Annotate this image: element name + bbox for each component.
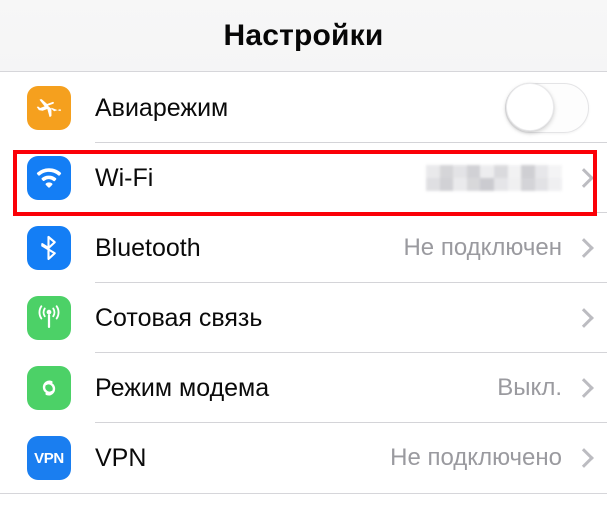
settings-screen: Настройки Авиарежим Wi-Fi Bluetooth Не п… — [0, 0, 607, 510]
wifi-icon — [27, 156, 71, 200]
hotspot-link-icon — [27, 366, 71, 410]
chevron-right-icon — [576, 167, 589, 190]
chevron-right-icon — [576, 447, 589, 470]
settings-row-accessory: Не подключен — [403, 234, 607, 262]
cellular-antenna-icon — [27, 296, 71, 340]
settings-row-label: VPN — [95, 443, 147, 472]
bluetooth-icon — [27, 226, 71, 270]
vpn-icon: VPN — [27, 436, 71, 480]
airplane-mode-toggle[interactable] — [505, 83, 589, 133]
settings-row-bluetooth[interactable]: Bluetooth Не подключен — [0, 213, 607, 283]
settings-row-accessory — [426, 165, 607, 191]
settings-row-label: Wi-Fi — [95, 163, 154, 192]
settings-row-personal-hotspot[interactable]: Режим модема Выкл. — [0, 353, 607, 423]
chevron-right-icon — [576, 307, 589, 330]
settings-row-value: Выкл. — [497, 374, 562, 401]
chevron-right-icon — [576, 237, 589, 260]
settings-row-accessory: Не подключено — [390, 444, 607, 472]
settings-row-value: Не подключено — [390, 444, 562, 471]
settings-row-vpn[interactable]: VPN VPN Не подключено — [0, 423, 607, 493]
settings-list: Авиарежим Wi-Fi Bluetooth Не подключен С… — [0, 73, 607, 494]
settings-row-label: Режим модема — [95, 373, 270, 402]
vpn-icon-label: VPN — [34, 449, 64, 467]
page-title: Настройки — [223, 18, 384, 52]
airplane-icon — [27, 86, 71, 130]
settings-row-value: Не подключен — [403, 234, 562, 261]
navigation-bar: Настройки — [0, 0, 607, 72]
wifi-network-name-redacted — [426, 165, 562, 191]
settings-row-accessory — [505, 83, 607, 133]
settings-row-wifi[interactable]: Wi-Fi — [0, 143, 607, 213]
settings-row-label: Bluetooth — [95, 233, 201, 262]
settings-row-accessory — [562, 307, 607, 330]
settings-row-label: Авиарежим — [95, 93, 229, 122]
settings-row-accessory: Выкл. — [497, 374, 607, 402]
settings-row-cellular[interactable]: Сотовая связь — [0, 283, 607, 353]
settings-row-label: Сотовая связь — [95, 303, 263, 332]
chevron-right-icon — [576, 377, 589, 400]
toggle-knob — [506, 83, 554, 131]
settings-row-airplane-mode[interactable]: Авиарежим — [0, 73, 607, 143]
